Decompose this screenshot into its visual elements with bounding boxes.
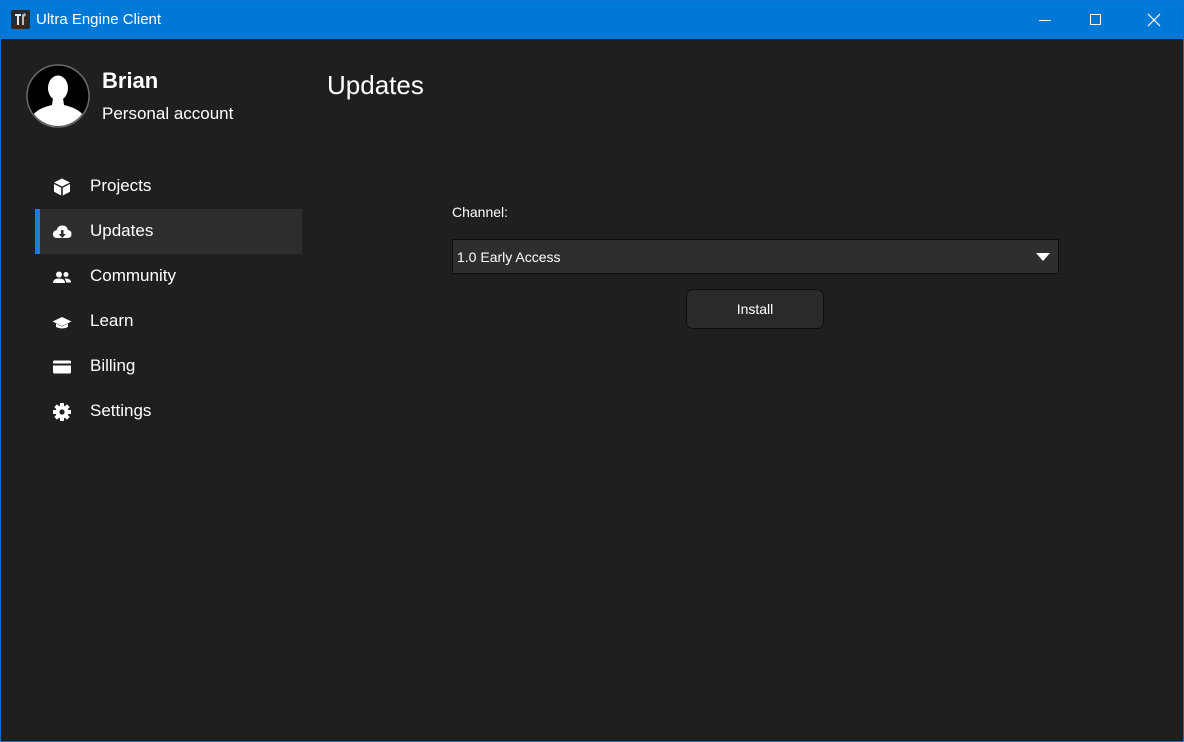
people-icon bbox=[52, 267, 72, 287]
user-avatar-icon[interactable] bbox=[26, 64, 90, 128]
ultra-engine-logo-icon bbox=[11, 10, 30, 29]
app-window: Ultra Engine Client Brian Personal accou… bbox=[0, 0, 1184, 742]
channel-dropdown[interactable]: 1.0 Early Access bbox=[452, 239, 1059, 274]
sidebar-item-billing[interactable]: Billing bbox=[35, 344, 302, 389]
account-type: Personal account bbox=[102, 104, 234, 123]
sidebar-item-projects[interactable]: Projects bbox=[35, 164, 302, 209]
sidebar-item-label: Updates bbox=[90, 221, 154, 240]
channel-label: Channel: bbox=[452, 204, 509, 220]
box-icon bbox=[52, 177, 72, 197]
sidebar-item-learn[interactable]: Learn bbox=[35, 299, 302, 344]
minimize-button[interactable] bbox=[1008, 1, 1066, 39]
channel-selected-value: 1.0 Early Access bbox=[457, 249, 561, 265]
gear-icon bbox=[52, 402, 72, 422]
title-bar[interactable]: Ultra Engine Client bbox=[1, 1, 1183, 39]
install-button[interactable]: Install bbox=[686, 289, 824, 329]
window-title: Ultra Engine Client bbox=[36, 11, 162, 28]
active-indicator bbox=[35, 209, 40, 254]
close-icon bbox=[1147, 13, 1161, 27]
sidebar-item-label: Billing bbox=[90, 356, 136, 375]
sidebar-item-updates[interactable]: Updates bbox=[35, 209, 302, 254]
close-button[interactable] bbox=[1125, 1, 1183, 39]
sidebar-item-community[interactable]: Community bbox=[35, 254, 302, 299]
cloud-download-icon bbox=[52, 222, 72, 242]
maximize-icon bbox=[1090, 14, 1101, 25]
graduation-cap-icon bbox=[52, 312, 72, 332]
sidebar-item-label: Settings bbox=[90, 401, 152, 420]
sidebar-item-label: Projects bbox=[90, 176, 152, 195]
sidebar-item-label: Learn bbox=[90, 311, 134, 330]
sidebar-item-label: Community bbox=[90, 266, 176, 285]
sidebar-item-settings[interactable]: Settings bbox=[35, 389, 302, 434]
user-name: Brian bbox=[102, 68, 159, 93]
credit-card-icon bbox=[52, 357, 72, 377]
maximize-button[interactable] bbox=[1066, 1, 1124, 39]
chevron-down-icon bbox=[1035, 252, 1051, 262]
minimize-icon bbox=[1039, 20, 1051, 21]
page-title: Updates bbox=[327, 70, 424, 100]
